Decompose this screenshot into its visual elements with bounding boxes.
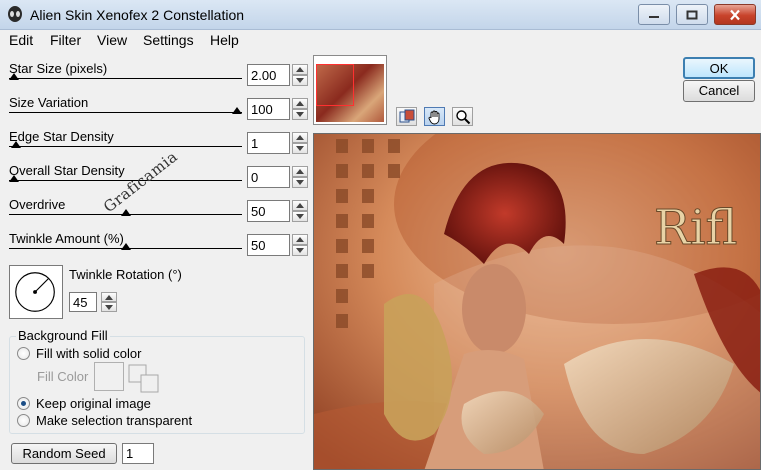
random-seed-button[interactable]: Random Seed — [11, 443, 117, 464]
twinkle-rotation-label: Twinkle Rotation (°) — [69, 267, 182, 282]
rotation-dial[interactable] — [9, 265, 63, 319]
slider-track[interactable] — [9, 112, 242, 113]
radio-label: Keep original image — [36, 396, 151, 411]
fill-color-swatch[interactable] — [94, 362, 124, 391]
slider-row: Size Variation 100 — [0, 91, 312, 125]
radio-label: Make selection transparent — [36, 413, 193, 428]
slider-label: Size Variation — [9, 95, 89, 110]
radio-button[interactable] — [17, 397, 30, 410]
compare-icon — [399, 109, 415, 123]
maximize-button[interactable] — [676, 4, 708, 25]
zoom-tool-button[interactable] — [452, 107, 473, 126]
spin-down-icon[interactable] — [292, 75, 308, 86]
preview-image: Rifl — [314, 134, 760, 469]
slider-label: Overdrive — [9, 197, 66, 212]
minimize-icon — [649, 15, 659, 18]
radio-button[interactable] — [17, 414, 30, 427]
slider-track[interactable] — [9, 78, 242, 79]
compare-tool-button[interactable] — [396, 107, 417, 126]
slider-row: Twinkle Amount (%) 50 — [0, 227, 312, 261]
window-title: Alien Skin Xenofex 2 Constellation — [30, 7, 245, 23]
spin-down-icon[interactable] — [292, 245, 308, 256]
spin-down-icon[interactable] — [292, 143, 308, 154]
spin-up-icon[interactable] — [101, 292, 117, 302]
slider-value-input[interactable]: 1 — [247, 132, 290, 154]
spin-down-icon[interactable] — [292, 177, 308, 188]
ok-button[interactable]: OK — [683, 57, 755, 79]
hand-tool-button[interactable] — [424, 107, 445, 126]
slider-thumb[interactable] — [11, 141, 22, 148]
menu-edit[interactable]: Edit — [9, 32, 33, 48]
value-stepper[interactable] — [292, 200, 308, 222]
value-stepper[interactable] — [292, 166, 308, 188]
controls-panel: Star Size (pixels) 2.00 Size Variation 100 E… — [0, 52, 312, 470]
spin-up-icon[interactable] — [292, 166, 308, 177]
maximize-icon — [686, 10, 698, 19]
slider-value-input[interactable]: 2.00 — [247, 64, 290, 86]
menu-filter[interactable]: Filter — [50, 32, 81, 48]
slider-row: Edge Star Density 1 — [0, 125, 312, 159]
slider-value-input[interactable]: 100 — [247, 98, 290, 120]
slider-label: Overall Star Density — [9, 163, 125, 178]
spin-up-icon[interactable] — [292, 132, 308, 143]
close-button[interactable] — [714, 4, 756, 25]
slider-thumb[interactable] — [120, 209, 131, 216]
spin-down-icon[interactable] — [292, 211, 308, 222]
spin-up-icon[interactable] — [292, 234, 308, 245]
menu-settings[interactable]: Settings — [143, 32, 194, 48]
cancel-button[interactable]: Cancel — [683, 80, 755, 102]
slider-thumb[interactable] — [9, 175, 19, 182]
zoom-icon — [456, 110, 471, 125]
slider-thumb[interactable] — [232, 107, 242, 114]
slider-value-input[interactable]: 50 — [247, 200, 290, 222]
spin-up-icon[interactable] — [292, 200, 308, 211]
navigator-thumbnail[interactable] — [313, 55, 387, 125]
color-picker-icon[interactable] — [128, 364, 160, 394]
spin-down-icon[interactable] — [292, 109, 308, 120]
value-stepper[interactable] — [292, 98, 308, 120]
slider-row: Overdrive 50 — [0, 193, 312, 227]
slider-thumb[interactable] — [120, 243, 131, 250]
slider-label: Twinkle Amount (%) — [9, 231, 124, 246]
spin-up-icon[interactable] — [292, 64, 308, 75]
spin-up-icon[interactable] — [292, 98, 308, 109]
slider-row: Star Size (pixels) 2.00 — [0, 57, 312, 91]
radio-label: Fill with solid color — [36, 346, 142, 361]
menu-bar: Edit Filter View Settings Help — [0, 30, 761, 52]
slider-track[interactable] — [9, 146, 242, 147]
fill-color-label: Fill Color — [37, 369, 89, 384]
thumbnail-view-rect[interactable] — [316, 64, 354, 106]
slider-thumb[interactable] — [9, 73, 19, 80]
minimize-button[interactable] — [638, 4, 670, 25]
slider-value-input[interactable]: 50 — [247, 234, 290, 256]
value-stepper[interactable] — [292, 64, 308, 86]
value-stepper[interactable] — [292, 234, 308, 256]
slider-label: Star Size (pixels) — [9, 61, 108, 76]
hand-icon — [428, 110, 440, 125]
random-seed-input[interactable]: 1 — [122, 443, 154, 464]
slider-label: Edge Star Density — [9, 129, 114, 144]
background-fill-title: Background Fill — [16, 328, 110, 343]
radio-button[interactable] — [17, 347, 30, 360]
menu-help[interactable]: Help — [210, 32, 239, 48]
value-stepper[interactable] — [292, 132, 308, 154]
slider-value-input[interactable]: 0 — [247, 166, 290, 188]
title-bar: Alien Skin Xenofex 2 Constellation — [0, 0, 761, 30]
close-icon — [730, 9, 740, 20]
twinkle-rotation-input[interactable]: 45 — [69, 292, 97, 312]
spin-down-icon[interactable] — [101, 302, 117, 312]
preview-overlay-text: Rifl — [654, 200, 738, 256]
menu-view[interactable]: View — [97, 32, 127, 48]
twinkle-rotation-stepper[interactable] — [101, 292, 117, 312]
alien-skin-app-icon — [8, 6, 22, 22]
preview-canvas[interactable]: Rifl — [313, 133, 761, 470]
